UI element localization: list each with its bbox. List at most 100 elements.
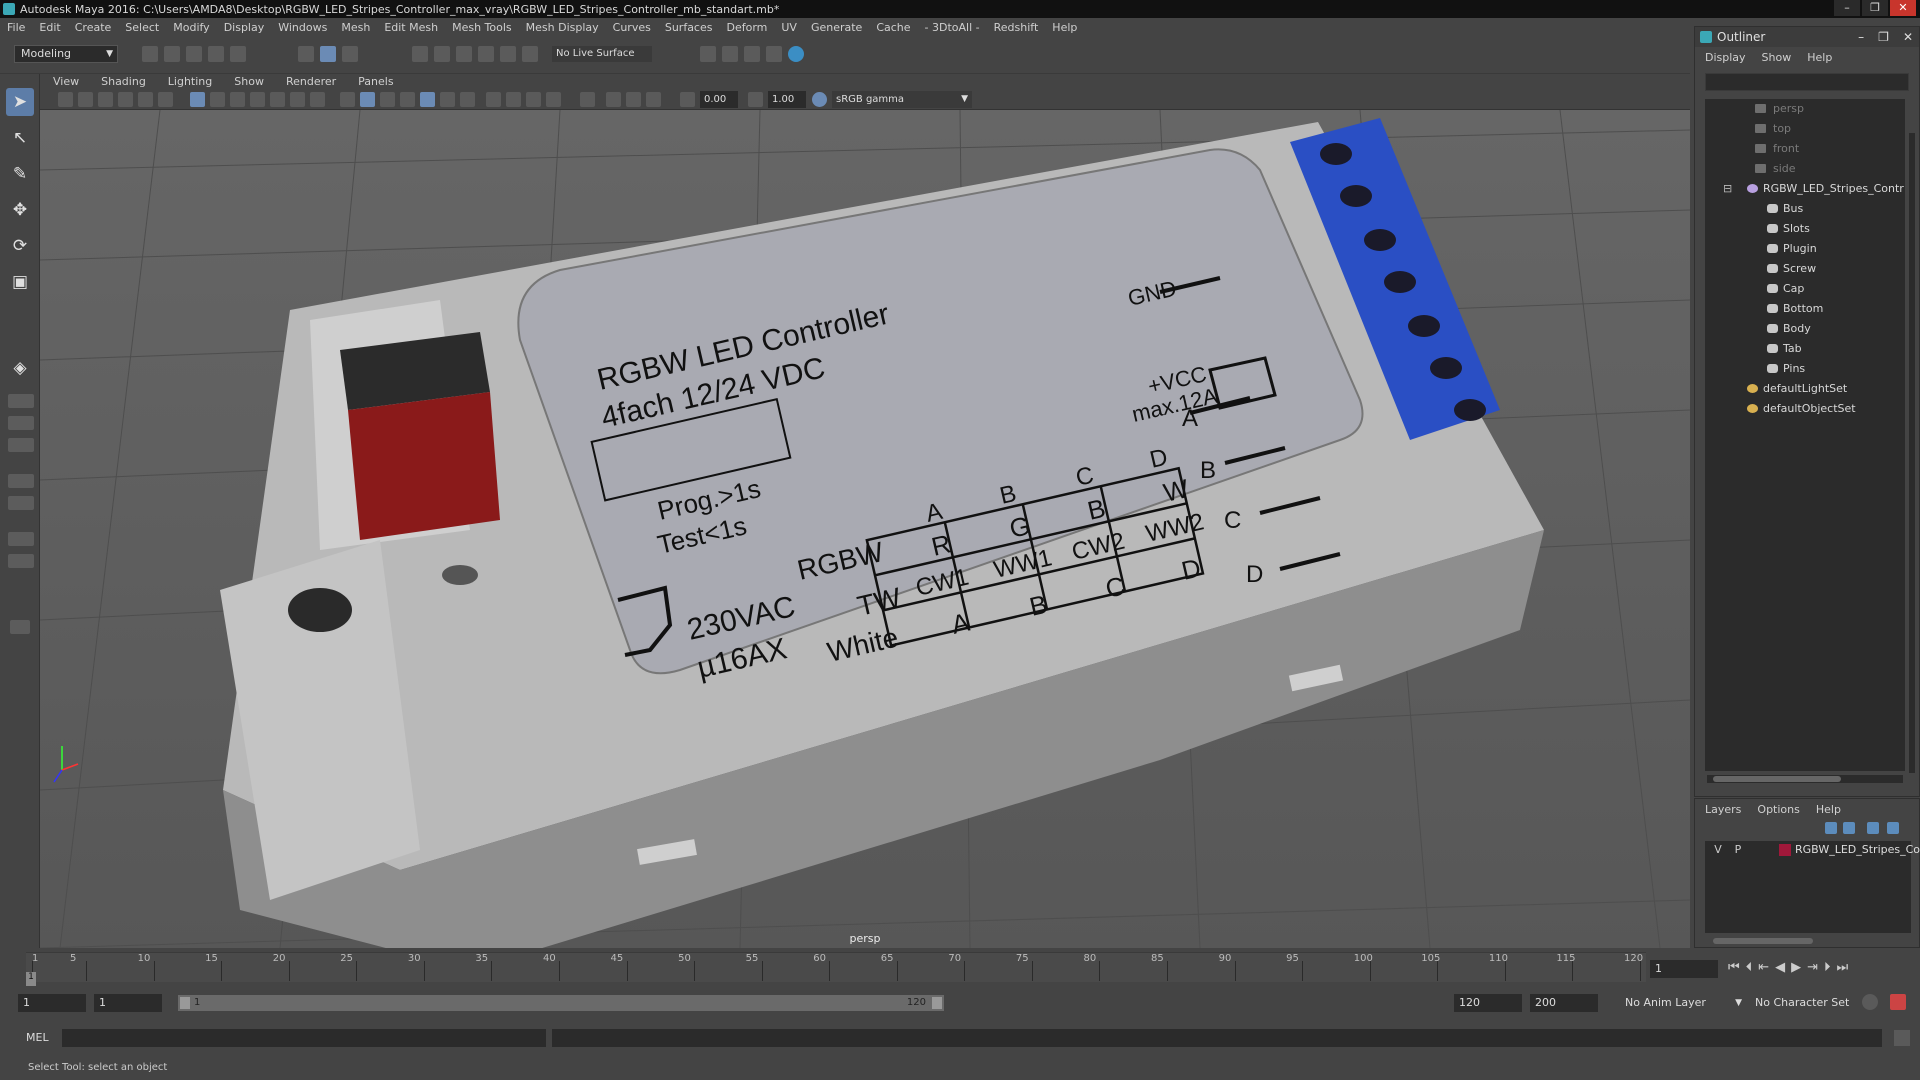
camera-attributes-icon[interactable] <box>78 92 93 107</box>
menu-edit-mesh[interactable]: Edit Mesh <box>377 21 445 34</box>
outliner-maximize-button[interactable]: ❐ <box>1878 27 1889 47</box>
outliner-item-default-object-set[interactable]: defaultObjectSet <box>1705 399 1905 419</box>
menu-help[interactable]: Help <box>1045 21 1084 34</box>
menu-redshift[interactable]: Redshift <box>987 21 1046 34</box>
menu-file[interactable]: File <box>0 21 32 34</box>
auto-key-icon[interactable] <box>1862 994 1878 1010</box>
outliner-minimize-button[interactable]: – <box>1858 27 1864 47</box>
outliner-item-persp[interactable]: persp <box>1705 99 1905 119</box>
field-chart-icon[interactable] <box>270 92 285 107</box>
lasso-tool-icon[interactable]: ↖ <box>6 124 34 152</box>
menu-deform[interactable]: Deform <box>719 21 774 34</box>
play-backwards-icon[interactable]: ◀ <box>1775 960 1785 975</box>
menu-mesh[interactable]: Mesh <box>334 21 377 34</box>
layer-menu-help[interactable]: Help <box>1806 803 1847 816</box>
select-object-icon[interactable] <box>320 46 336 62</box>
two-d-pan-zoom-icon[interactable] <box>138 92 153 107</box>
outliner-item-default-light-set[interactable]: defaultLightSet <box>1705 379 1905 399</box>
panel-menu-show[interactable]: Show <box>221 75 273 88</box>
default-material-icon[interactable] <box>380 92 395 107</box>
render-settings-icon[interactable] <box>744 46 760 62</box>
color-management-icon[interactable] <box>812 92 827 107</box>
outliner-item-cap[interactable]: Cap <box>1705 279 1905 299</box>
persp-viewport[interactable]: GND +VCC max.12A RGBW LED Controller 4fa… <box>40 110 1690 948</box>
grid-icon[interactable] <box>190 92 205 107</box>
outliner-item-tab[interactable]: Tab <box>1705 339 1905 359</box>
paint-select-tool-icon[interactable]: ✎ <box>6 160 34 188</box>
live-surface-field[interactable]: No Live Surface <box>552 46 652 62</box>
snap-surface-icon[interactable] <box>500 46 516 62</box>
outliner-item-top[interactable]: top <box>1705 119 1905 139</box>
playback-end-field[interactable]: 120 <box>1454 994 1522 1012</box>
select-hierarchy-icon[interactable] <box>298 46 314 62</box>
persp-graph-layout-icon[interactable] <box>8 474 34 488</box>
layer-visibility-toggle[interactable]: V <box>1711 841 1725 859</box>
collapse-toggle-icon[interactable]: ⊟ <box>1723 179 1732 199</box>
panel-menu-shading[interactable]: Shading <box>88 75 155 88</box>
move-layer-down-icon[interactable] <box>1843 822 1855 834</box>
go-to-start-icon[interactable]: ⏮ <box>1728 960 1740 975</box>
time-ruler[interactable]: 1 5 10 15 20 25 30 35 40 45 50 55 60 65 70 75 80 85 90 95 10… <box>26 952 1646 982</box>
step-back-key-icon[interactable]: ⇤ <box>1758 960 1769 975</box>
ipr-render-icon[interactable] <box>722 46 738 62</box>
outliner-menu-show[interactable]: Show <box>1752 51 1798 64</box>
camera-select-icon[interactable] <box>58 92 73 107</box>
hypershade-icon[interactable] <box>766 46 782 62</box>
more-layouts-icon[interactable] <box>10 620 30 634</box>
select-component-icon[interactable] <box>342 46 358 62</box>
safe-title-icon[interactable] <box>310 92 325 107</box>
snap-vertex-icon[interactable] <box>522 46 538 62</box>
menu-select[interactable]: Select <box>118 21 166 34</box>
character-set-dropdown[interactable]: No Character Set <box>1750 994 1870 1012</box>
menu-cache[interactable]: Cache <box>869 21 917 34</box>
exposure-field[interactable]: 0.00 <box>700 91 738 108</box>
gate-mask-icon[interactable] <box>250 92 265 107</box>
two-pane-layout-icon[interactable] <box>8 416 34 430</box>
scroll-thumb[interactable] <box>1713 938 1813 944</box>
go-to-end-icon[interactable]: ⏭ <box>1837 960 1849 975</box>
outliner-item-screw[interactable]: Screw <box>1705 259 1905 279</box>
outliner-item-body[interactable]: Body <box>1705 319 1905 339</box>
render-frame-icon[interactable] <box>700 46 716 62</box>
textured-icon[interactable] <box>420 92 435 107</box>
grease-pencil-icon[interactable] <box>158 92 173 107</box>
view-transform-dropdown[interactable]: sRGB gamma ▼ <box>832 91 972 108</box>
play-forwards-icon[interactable]: ▶ <box>1791 960 1801 975</box>
layer-playback-toggle[interactable]: P <box>1731 841 1745 859</box>
exposure-icon[interactable] <box>680 92 695 107</box>
outliner-item-front[interactable]: front <box>1705 139 1905 159</box>
save-scene-icon[interactable] <box>186 46 202 62</box>
film-gate-icon[interactable] <box>210 92 225 107</box>
layer-menu-options[interactable]: Options <box>1747 803 1805 816</box>
wireframe-on-shaded-icon[interactable] <box>400 92 415 107</box>
gamma-icon[interactable] <box>748 92 763 107</box>
outliner-item-pins[interactable]: Pins <box>1705 359 1905 379</box>
script-language-label[interactable]: MEL <box>26 1030 49 1046</box>
redo-icon[interactable] <box>230 46 246 62</box>
safe-action-icon[interactable] <box>290 92 305 107</box>
snap-view-icon[interactable] <box>478 46 494 62</box>
move-tool-icon[interactable]: ✥ <box>6 196 34 224</box>
menu-curves[interactable]: Curves <box>606 21 658 34</box>
step-forward-key-icon[interactable]: ⇥ <box>1807 960 1818 975</box>
depth-of-field-icon[interactable] <box>546 92 561 107</box>
current-frame-field[interactable]: 1 <box>1650 960 1718 978</box>
menu-surfaces[interactable]: Surfaces <box>658 21 720 34</box>
isolate-select-icon[interactable] <box>580 92 595 107</box>
use-lights-icon[interactable] <box>440 92 455 107</box>
smooth-shade-icon[interactable] <box>360 92 375 107</box>
menu-mesh-display[interactable]: Mesh Display <box>519 21 606 34</box>
open-scene-icon[interactable] <box>164 46 180 62</box>
four-pane-layout-icon[interactable] <box>8 394 34 408</box>
layer-row[interactable]: V P RGBW_LED_Stripes_Co <box>1705 841 1920 859</box>
snap-grid-icon[interactable] <box>412 46 428 62</box>
move-layer-up-icon[interactable] <box>1825 822 1837 834</box>
select-tool-icon[interactable]: ➤ <box>6 88 34 116</box>
current-time-marker[interactable]: 1 <box>26 972 36 986</box>
persp-outliner-layout-icon[interactable] <box>8 438 34 452</box>
menu-3dtoall[interactable]: - 3DtoAll - <box>918 21 987 34</box>
xray-joints-icon[interactable] <box>626 92 641 107</box>
close-button[interactable]: ✕ <box>1890 0 1916 16</box>
outliner-item-bottom[interactable]: Bottom <box>1705 299 1905 319</box>
panel-menu-renderer[interactable]: Renderer <box>273 75 345 88</box>
